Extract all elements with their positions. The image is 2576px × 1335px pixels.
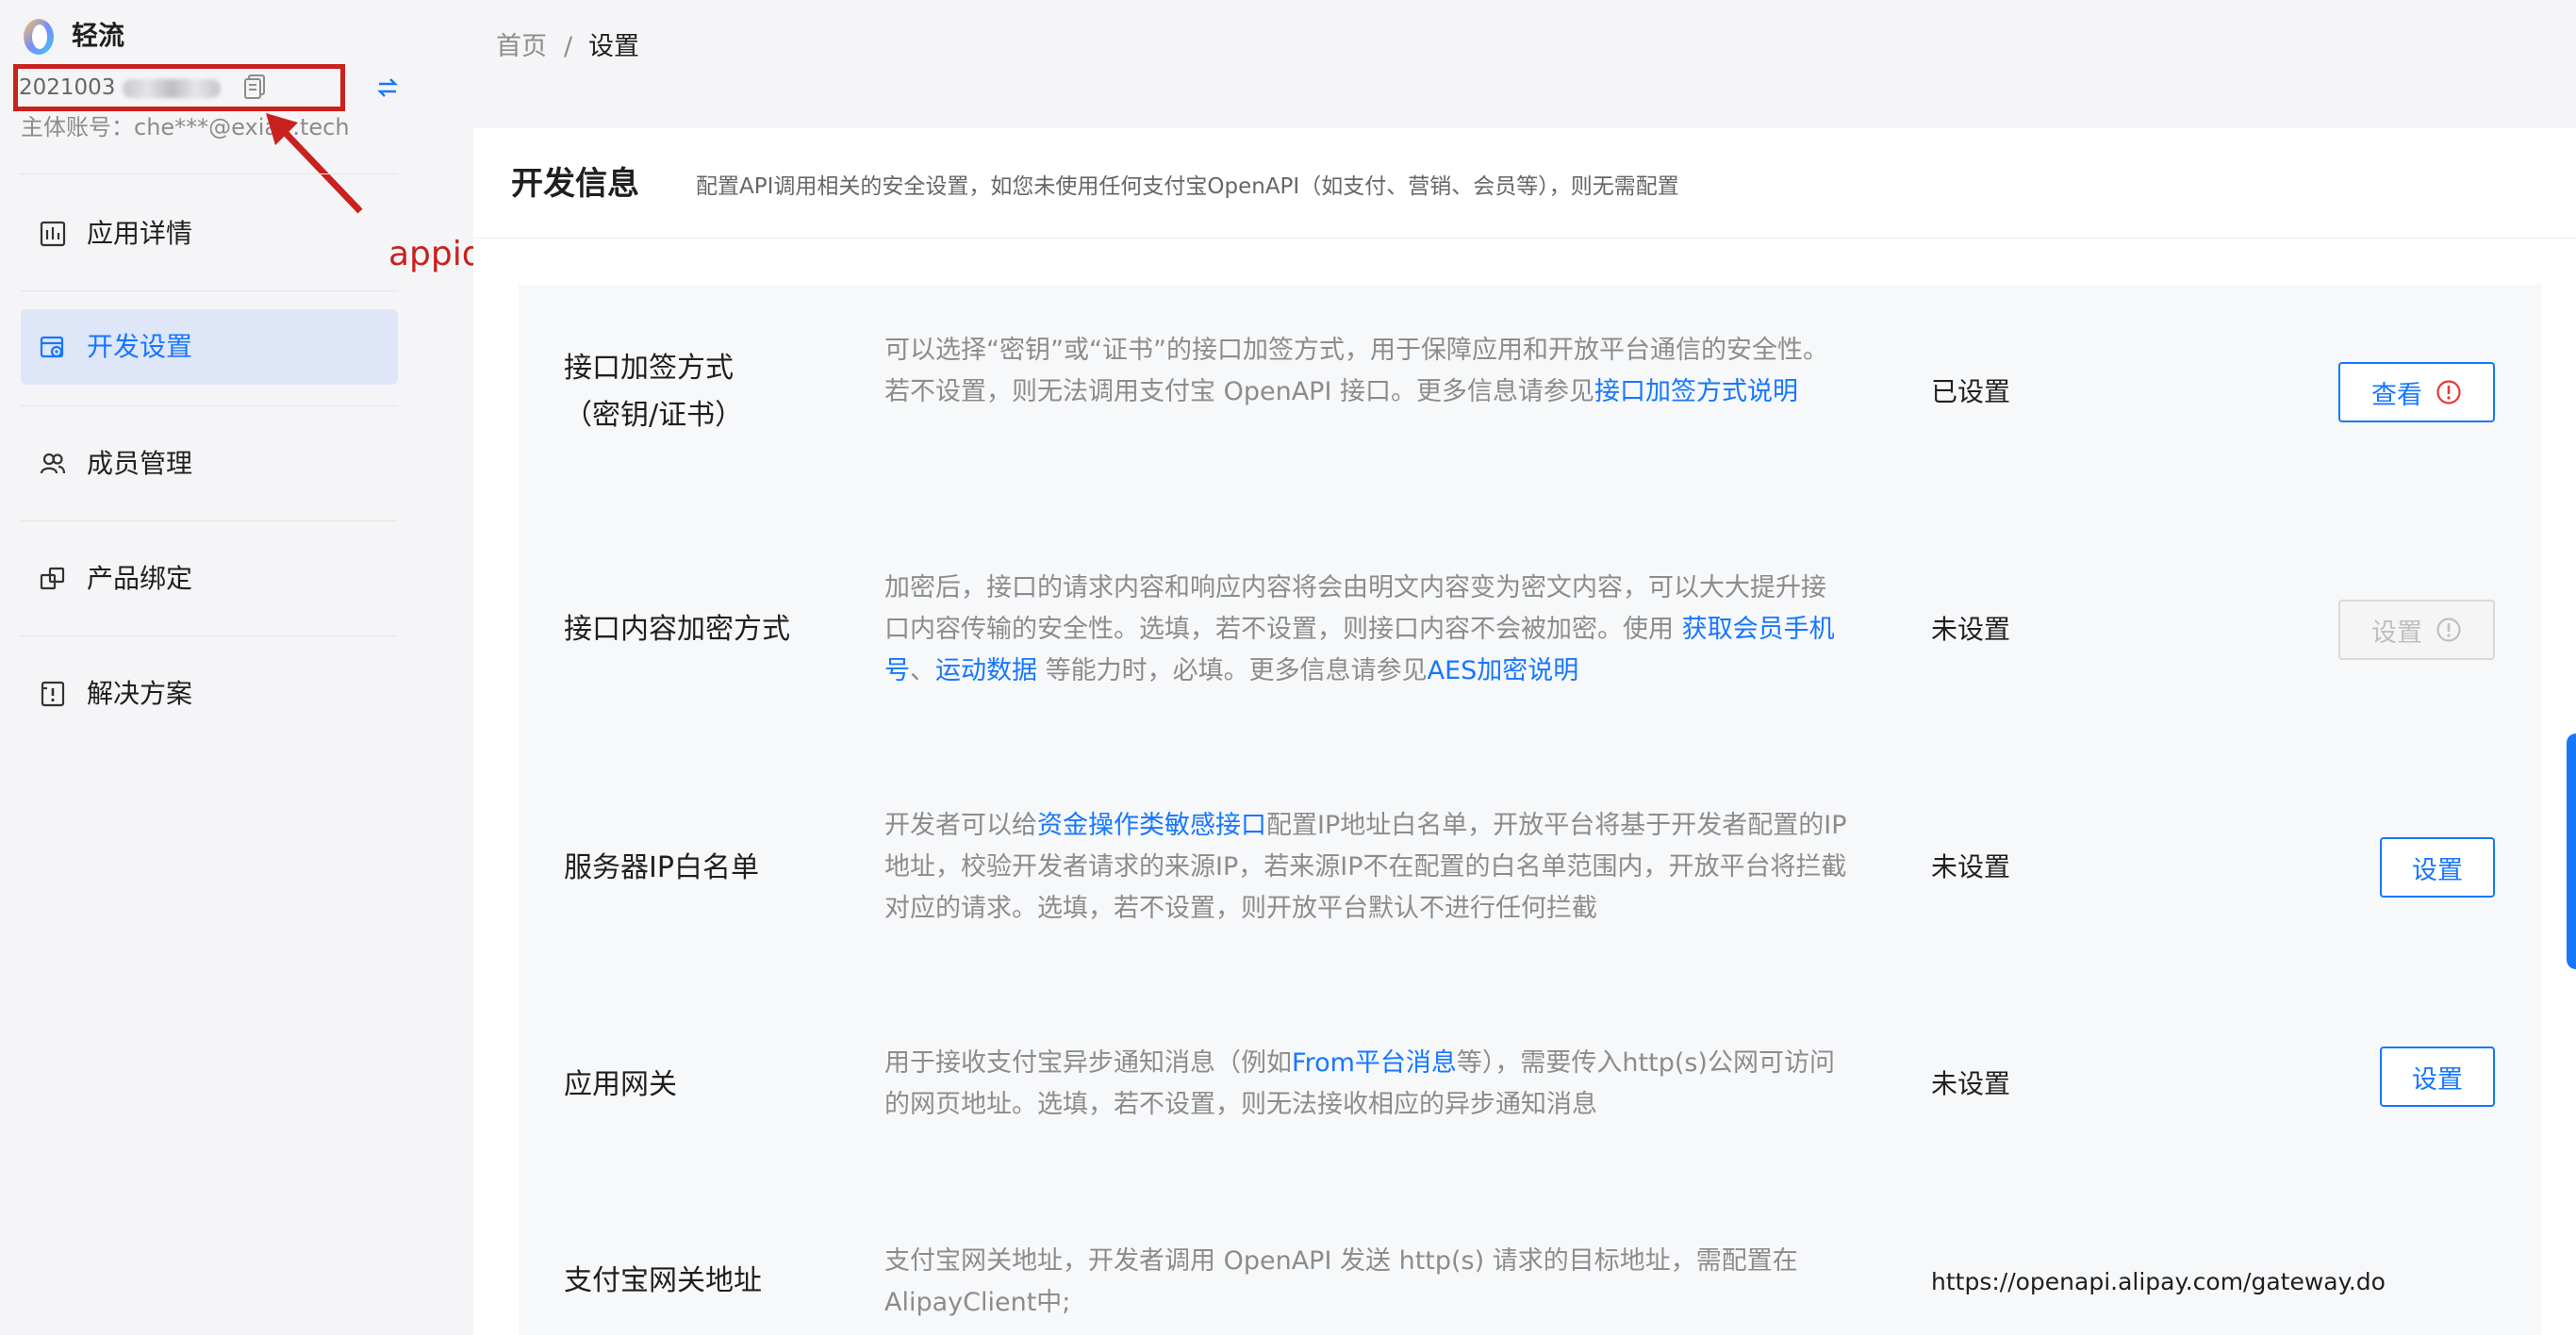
desc-text: 开发者可以给 [884, 811, 1037, 840]
row-label-ip-whitelist: 服务器IP白名单 [564, 851, 759, 884]
sports-data-link[interactable]: 运动数据 [935, 656, 1037, 685]
desc-text: 、 [910, 656, 935, 685]
appid-highlight-box [13, 64, 345, 111]
row-label-app-gateway: 应用网关 [564, 1068, 677, 1101]
chart-icon [40, 221, 66, 247]
row-label-signing: 接口加签方式 （密钥/证书） [564, 345, 743, 439]
set-ip-whitelist-button[interactable]: 设置 [2380, 837, 2495, 898]
settings-gear-icon [40, 336, 64, 358]
set-app-gateway-button[interactable]: 设置 [2380, 1047, 2495, 1107]
sidebar-item-label: 应用详情 [87, 218, 193, 249]
info-circle-icon [2436, 618, 2461, 642]
document-icon [41, 681, 65, 707]
signing-doc-link[interactable]: 接口加签方式说明 [1594, 377, 1798, 406]
account-label: 主体账号： [21, 114, 134, 140]
sidebar-divider [21, 173, 398, 174]
status-encryption: 未设置 [1931, 614, 2011, 645]
sensitive-api-link[interactable]: 资金操作类敏感接口 [1037, 811, 1266, 840]
row-desc-ip-whitelist: 开发者可以给资金操作类敏感接口配置IP地址白名单，开放平台将基于开发者配置的IP… [884, 805, 1848, 930]
set-button-label: 设置 [2412, 855, 2463, 885]
status-app-gateway: 未设置 [1931, 1068, 2011, 1099]
sidebar-divider [21, 405, 398, 406]
row-label-alipay-gateway: 支付宝网关地址 [564, 1264, 762, 1297]
row-label-encryption: 接口内容加密方式 [564, 613, 790, 646]
row-desc-encryption: 加密后，接口的请求内容和响应内容将会由明文内容变为密文内容，可以大大提升接口内容… [884, 568, 1848, 692]
set-button-label: 设置 [2412, 1064, 2463, 1095]
sidebar-divider [21, 290, 398, 291]
row-desc-alipay-gateway: 支付宝网关地址，开发者调用 OpenAPI 发送 http(s) 请求的目标地址… [884, 1246, 1798, 1317]
status-ip-whitelist: 未设置 [1931, 851, 2011, 882]
floating-side-tab[interactable] [2567, 733, 2576, 969]
alert-circle-icon [2436, 380, 2461, 404]
row-desc-signing: 可以选择“密钥”或“证书”的接口加签方式，用于保障应用和开放平台通信的安全性。若… [884, 330, 1848, 413]
desc-text: 等能力时，必填。更多信息请参见 [1037, 656, 1428, 685]
view-button[interactable]: 查看 [2338, 362, 2495, 422]
header-divider [473, 238, 2576, 239]
sidebar-item-solutions[interactable]: 解决方案 [21, 656, 398, 732]
sidebar-item-app-details[interactable]: 应用详情 [21, 196, 398, 272]
switch-app-icon[interactable] [375, 75, 400, 100]
annotation-label: appid [388, 235, 484, 273]
aes-doc-link[interactable]: AES加密说明 [1428, 656, 1579, 685]
set-button-label: 设置 [2371, 618, 2422, 648]
desc-text: 用于接收支付宝异步通知消息（例如 [884, 1048, 1292, 1078]
link-squares-icon [40, 567, 65, 590]
sidebar-item-label: 产品绑定 [87, 563, 193, 594]
row-label-line: 接口加签方式 [564, 352, 734, 385]
view-button-label: 查看 [2371, 380, 2422, 410]
sidebar-item-members[interactable]: 成员管理 [21, 426, 398, 502]
app-name: 轻流 [72, 20, 125, 51]
breadcrumb-current: 设置 [588, 32, 639, 61]
status-signing: 已设置 [1931, 376, 2011, 407]
users-icon [40, 453, 66, 474]
app-logo-icon [24, 19, 54, 55]
sidebar-divider [21, 635, 398, 636]
set-encryption-button[interactable]: 设置 [2338, 600, 2495, 660]
sidebar-item-label: 成员管理 [87, 448, 193, 479]
sidebar-item-product-binding[interactable]: 产品绑定 [21, 541, 398, 617]
alipay-gateway-url: https://openapi.alipay.com/gateway.do [1931, 1268, 2386, 1295]
sidebar-divider [21, 520, 398, 521]
page-description: 配置API调用相关的安全设置，如您未使用任何支付宝OpenAPI（如支付、营销、… [696, 174, 1679, 199]
row-label-line: （密钥/证书） [564, 399, 744, 432]
sidebar: 轻流 2021003 主体账号：che***@exia...tech appid… [0, 0, 484, 1335]
sidebar-item-label: 开发设置 [87, 331, 193, 362]
sidebar-item-dev-settings[interactable]: 开发设置 [21, 309, 398, 385]
breadcrumb-home[interactable]: 首页 [496, 28, 547, 66]
row-desc-app-gateway: 用于接收支付宝异步通知消息（例如From平台消息等），需要传入http(s)公网… [884, 1043, 1848, 1126]
page-title: 开发信息 [511, 165, 639, 203]
breadcrumb-separator: / [564, 32, 573, 61]
from-platform-message-link[interactable]: From平台消息 [1292, 1048, 1457, 1078]
sidebar-item-label: 解决方案 [87, 678, 193, 709]
